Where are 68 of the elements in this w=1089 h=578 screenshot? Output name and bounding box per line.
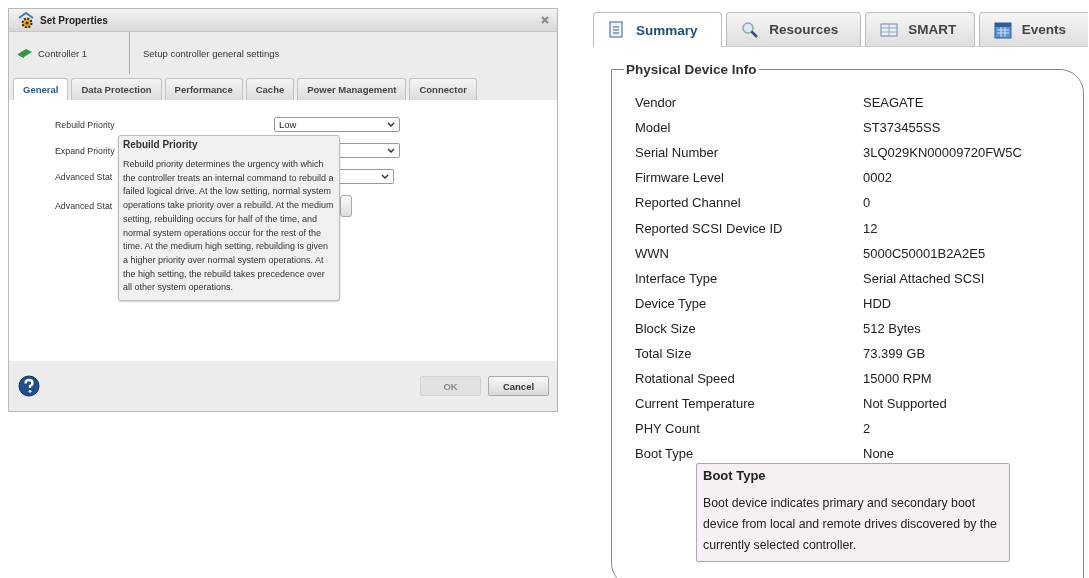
property-label: Boot Type [635, 446, 695, 462]
cancel-button[interactable]: Cancel [488, 376, 549, 396]
tooltip-text: Boot device indicates primary and secondary boot device from local and remote drives discovered by the currently selected controller. [703, 495, 998, 554]
controller-label: Controller 1 [38, 47, 88, 59]
property-label: Model [635, 120, 672, 136]
property-value: Serial Attached SCSI [863, 270, 986, 286]
tooltip-title: Boot Type [703, 468, 767, 483]
property-value: 5000C50001B2A2E5 [863, 245, 987, 261]
tooltip-text: Rebuild priority determines the urgency with which the controller treats an internal command to rebuild a failed logical drive. At the low setting, normal system operations take priority over a rebuild. At the medium setting, rebuilding occurs for half of the time, and normal system operations occur for the rest of the time. At the medium high setting, rebuilding is given a higher priority over normal system operations. At the high setting, the rebuild takes precedence over all other system operations. [123, 158, 335, 295]
field-label: Rebuild Priority [55, 119, 115, 130]
property-value: HDD [863, 295, 893, 311]
property-value: 12 [863, 220, 879, 236]
property-label: WWN [635, 245, 670, 261]
gear-icon [17, 12, 35, 28]
property-value: None [863, 446, 896, 462]
property-label: Serial Number [635, 145, 720, 161]
tab[interactable]: General [13, 78, 69, 100]
property-value: 2 [863, 421, 872, 437]
group-title: Physical Device Info [625, 62, 758, 77]
property-value: Not Supported [863, 396, 948, 412]
chevron-down-icon [387, 147, 395, 154]
search-icon [741, 20, 760, 39]
property-value: ST373455SS [863, 120, 942, 136]
property-label: Device Type [635, 295, 708, 311]
button[interactable] [340, 195, 352, 217]
property-value: 0002 [863, 170, 893, 186]
property-label: Reported Channel [635, 195, 742, 211]
field-label: Advanced Stat [55, 201, 113, 211]
tab[interactable]: Data Protection [71, 78, 162, 100]
select-field[interactable] [340, 169, 394, 184]
property-value: 0 [863, 195, 872, 211]
tab[interactable]: Performance [164, 78, 243, 100]
dialog-title: Set Properties [40, 14, 109, 26]
description-text: Setup controller general settings [143, 47, 280, 59]
table-icon [880, 20, 899, 39]
property-label: Block Size [635, 320, 697, 336]
tab[interactable]: Cache [245, 78, 295, 100]
circuit-board-icon [17, 48, 33, 58]
property-label: Firmware Level [635, 170, 725, 186]
property-label: Interface Type [635, 270, 719, 286]
property-label: Vendor [635, 95, 678, 111]
property-value: 15000 RPM [863, 371, 933, 387]
tooltip-title: Rebuild Priority [123, 139, 199, 150]
property-label: Current Temperature [635, 396, 756, 412]
field-label: Advanced Stat [55, 171, 113, 182]
property-value: 73.399 GB [863, 346, 927, 361]
close-icon[interactable] [541, 16, 549, 24]
property-label: Rotational Speed [635, 371, 736, 387]
help-icon[interactable] [18, 375, 40, 397]
property-value: 512 Bytes [863, 320, 922, 336]
property-value: SEAGATE [863, 95, 925, 111]
chevron-down-icon [381, 173, 389, 180]
tab[interactable]: Summary [593, 12, 723, 47]
tab[interactable]: Power Management [297, 78, 407, 100]
calendar-icon [993, 20, 1012, 39]
property-label: Reported SCSI Device ID [635, 220, 784, 236]
tab[interactable]: Events [978, 12, 1088, 46]
property-label: PHY Count [635, 421, 701, 437]
select-field[interactable] [340, 143, 400, 158]
property-value: 3LQ029KN00009720FW5C [863, 145, 1023, 161]
property-label: Total Size [635, 346, 693, 361]
document-icon [608, 21, 626, 39]
tab[interactable]: Connector [409, 78, 477, 100]
tab[interactable]: SMART [865, 12, 975, 46]
field-label: Expand Priority [55, 145, 115, 156]
select-field[interactable]: Low [274, 117, 400, 132]
chevron-down-icon [387, 121, 395, 128]
tab[interactable]: Resources [726, 12, 862, 46]
